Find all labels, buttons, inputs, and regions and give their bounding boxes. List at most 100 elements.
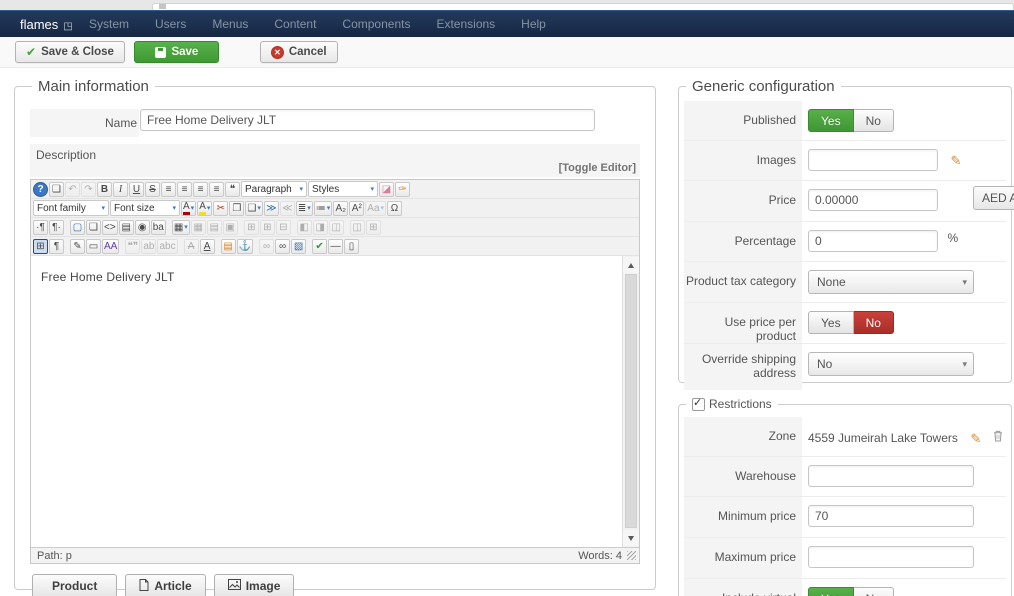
ltr-icon[interactable]: ·¶▾ [33, 219, 48, 235]
image-label: Image [245, 579, 281, 593]
styles-select[interactable]: Styles ▾ [308, 181, 378, 197]
percentage-input[interactable] [808, 230, 938, 252]
include-virtual-row: Include virtual Yes No [684, 579, 1006, 596]
remove-format-icon[interactable]: ◪▾ [379, 181, 394, 197]
price-per-product-no-button[interactable]: No [853, 311, 894, 334]
restrictions-checkbox[interactable] [692, 396, 705, 411]
unordered-list-icon[interactable]: ≔ ▾ [313, 200, 333, 216]
currency-select[interactable]: AED A [973, 186, 1014, 210]
price-per-product-yes-button[interactable]: Yes [808, 311, 854, 334]
help-icon[interactable]: ?▾ [33, 181, 48, 197]
font-size-select[interactable]: Font size ▾ [110, 200, 180, 216]
table-borders-icon[interactable]: ⊞▾ [33, 238, 48, 254]
insert-row-below-icon: ⊞▾ [259, 219, 275, 235]
paste-word-icon[interactable]: ✎▾ [70, 238, 85, 254]
edit-images-icon[interactable]: ✎ [950, 153, 961, 168]
align-right-icon[interactable]: ≡▾ [193, 181, 208, 197]
include-virtual-yes-button[interactable]: Yes [808, 587, 854, 596]
editor-content-area[interactable]: Free Home Delivery JLT [31, 256, 639, 547]
edit-zone-icon[interactable]: ✎ [970, 431, 981, 446]
scroll-up-button[interactable] [623, 257, 639, 273]
scroll-down-button[interactable] [623, 530, 639, 546]
align-center-icon[interactable]: ≡▾ [177, 181, 192, 197]
align-justify-icon[interactable]: ≡▾ [209, 181, 224, 197]
menu-components[interactable]: Components [329, 17, 423, 31]
fullscreen-icon[interactable]: ▢▾ [70, 219, 85, 235]
menu-system[interactable]: System [76, 17, 142, 31]
save-close-button[interactable]: ✔ Save & Close [15, 41, 125, 63]
paste-icon[interactable]: ❑ ▾ [245, 200, 263, 216]
maximum-price-label: Maximum price [684, 538, 802, 578]
superscript-icon[interactable]: A²▾ [349, 200, 365, 216]
insert-product-button[interactable]: Product [32, 574, 118, 596]
cut-icon[interactable]: ✂▾ [213, 200, 229, 216]
find-icon[interactable]: ◉▾ [134, 219, 150, 235]
show-blocks-icon[interactable]: ¶▾ [49, 238, 64, 254]
warehouse-input[interactable] [808, 465, 974, 487]
text-color-icon[interactable]: A ▾ [181, 200, 197, 216]
paragraph-format-select[interactable]: Paragraph ▾ [241, 181, 307, 197]
insert-table-icon[interactable]: ▦ ▾ [171, 219, 190, 235]
font-family-select[interactable]: Font family ▾ [33, 200, 109, 216]
subscript-icon[interactable]: A₂▾ [333, 200, 349, 216]
published-yes-button[interactable]: Yes [808, 109, 854, 132]
nonbreaking-icon[interactable]: ▭▾ [86, 238, 101, 254]
insert-template-icon[interactable]: ▤▾ [220, 238, 236, 254]
delete-zone-icon[interactable] [993, 429, 1003, 446]
abbreviation-icon: ab▾ [141, 238, 157, 254]
italic-icon[interactable]: I▾ [113, 181, 128, 197]
toggle-editor-link[interactable]: [Toggle Editor] [559, 162, 636, 174]
minimum-price-input[interactable] [808, 505, 974, 527]
blockquote-icon[interactable]: ❝▾ [225, 181, 240, 197]
style-props-icon[interactable]: AA▾ [102, 238, 120, 254]
source-code-icon[interactable]: <>▾ [102, 219, 118, 235]
published-label: Published [684, 101, 802, 140]
name-input[interactable] [140, 109, 595, 131]
insert-image-button[interactable]: Image [213, 574, 295, 596]
save-button[interactable]: Save [134, 41, 220, 63]
anchor-icon[interactable]: ⚓▾ [236, 238, 254, 254]
menu-content[interactable]: Content [261, 17, 329, 31]
product-label: Product [52, 579, 98, 593]
special-character-icon[interactable]: Ω▾ [387, 200, 403, 216]
published-no-button[interactable]: No [853, 109, 894, 132]
edit-css-icon[interactable]: ❏▾ [86, 219, 101, 235]
iframe-icon[interactable]: ▯▾ [344, 238, 360, 254]
insertion-icon[interactable]: A▾ [199, 238, 215, 254]
triangle-down-icon [628, 535, 634, 541]
link-icon[interactable]: ∞▾ [275, 238, 291, 254]
include-virtual-no-button[interactable]: No [853, 587, 894, 596]
insert-article-button[interactable]: Article [125, 574, 206, 596]
site-brand[interactable]: flames ◳ [20, 17, 73, 32]
indent-icon[interactable]: ≫▾ [263, 200, 279, 216]
insert-image-icon[interactable]: ▧▾ [291, 238, 307, 254]
cleanup-icon[interactable]: ✑▾ [395, 181, 410, 197]
rtl-icon[interactable]: ¶·▾ [49, 219, 64, 235]
underline-icon[interactable]: U▾ [129, 181, 144, 197]
menu-menus[interactable]: Menus [199, 17, 261, 31]
print-icon[interactable]: ▤▾ [118, 219, 134, 235]
override-address-select[interactable]: No ▾ [808, 352, 974, 376]
horizontal-rule-icon[interactable]: —▾ [328, 238, 344, 254]
bold-icon[interactable]: B▾ [97, 181, 112, 197]
images-input[interactable] [808, 149, 938, 171]
highlight-color-icon[interactable]: A ▾ [197, 200, 213, 216]
copy-icon[interactable]: ❐▾ [229, 200, 245, 216]
menu-users[interactable]: Users [142, 17, 199, 31]
maximum-price-input[interactable] [808, 546, 974, 568]
new-document-icon[interactable]: ❏▾ [49, 181, 64, 197]
editor-scrollbar[interactable] [622, 256, 639, 547]
cancel-button[interactable]: ✕ Cancel [259, 41, 338, 63]
strikethrough-icon[interactable]: S▾ [145, 181, 160, 197]
translate-icon[interactable]: ba▾ [150, 219, 166, 235]
menu-help[interactable]: Help [508, 17, 559, 31]
spellcheck-icon[interactable]: ✔▾ [312, 238, 328, 254]
tax-category-select[interactable]: None ▾ [808, 270, 974, 294]
ordered-list-icon[interactable]: ≣ ▾ [295, 200, 313, 216]
align-left-icon[interactable]: ≡▾ [161, 181, 176, 197]
menu-extensions[interactable]: Extensions [423, 17, 508, 31]
scrollbar-thumb[interactable] [625, 274, 637, 528]
delete-row-icon: ⊟▾ [275, 219, 291, 235]
editor-resize-handle[interactable] [627, 551, 636, 560]
price-input[interactable] [808, 189, 938, 211]
